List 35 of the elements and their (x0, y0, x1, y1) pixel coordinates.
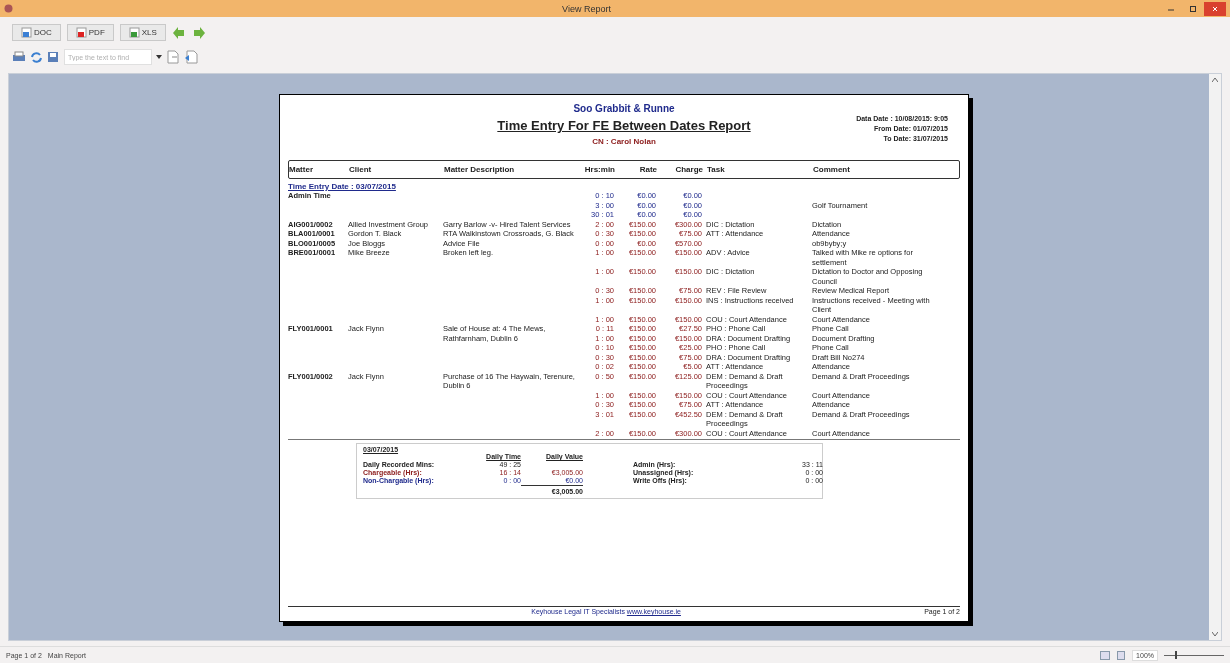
export-button[interactable]: XLS (119, 24, 166, 41)
column-header: Task (707, 164, 726, 175)
firm-name: Soo Grabbit & Runne (573, 103, 675, 114)
report-title: Time Entry For FE Between Dates Report (497, 118, 751, 133)
window-title: View Report (561, 3, 612, 14)
refresh-icon[interactable] (30, 50, 43, 64)
scroll-up-icon[interactable] (1212, 78, 1218, 82)
fee-earner: CN : Carol Nolan (592, 137, 656, 146)
column-header: Charge (674, 164, 704, 175)
back-arrow-icon[interactable] (171, 25, 186, 40)
export-button[interactable]: PDF (66, 24, 114, 41)
dropdown-caret-icon[interactable] (156, 55, 162, 59)
date-heading: Time Entry Date : 03/07/2015 (288, 182, 396, 191)
forward-arrow-icon[interactable] (191, 25, 206, 40)
save-icon[interactable] (47, 50, 60, 64)
column-header: Matter Description (444, 164, 516, 175)
document-icon (21, 27, 32, 38)
close-button[interactable] (1204, 1, 1226, 16)
fit-width-icon[interactable] (1100, 650, 1111, 660)
print-icon[interactable] (12, 51, 26, 63)
export-button[interactable]: DOC (12, 24, 61, 41)
close-icon (1211, 4, 1219, 13)
app-icon (4, 4, 13, 13)
page-export-icon[interactable] (184, 50, 198, 64)
column-header: Matter (289, 164, 314, 175)
column-header: Client (349, 164, 373, 175)
column-header: Comment (813, 164, 851, 175)
fit-page-icon[interactable] (1116, 650, 1127, 660)
document-icon (75, 27, 87, 38)
column-header: Hrs:min (583, 164, 616, 175)
scrollbar[interactable] (1209, 74, 1221, 640)
scroll-down-icon[interactable] (1212, 632, 1218, 636)
column-header: Rate (638, 164, 658, 175)
restore-icon (1189, 4, 1197, 13)
document-icon (128, 27, 140, 38)
